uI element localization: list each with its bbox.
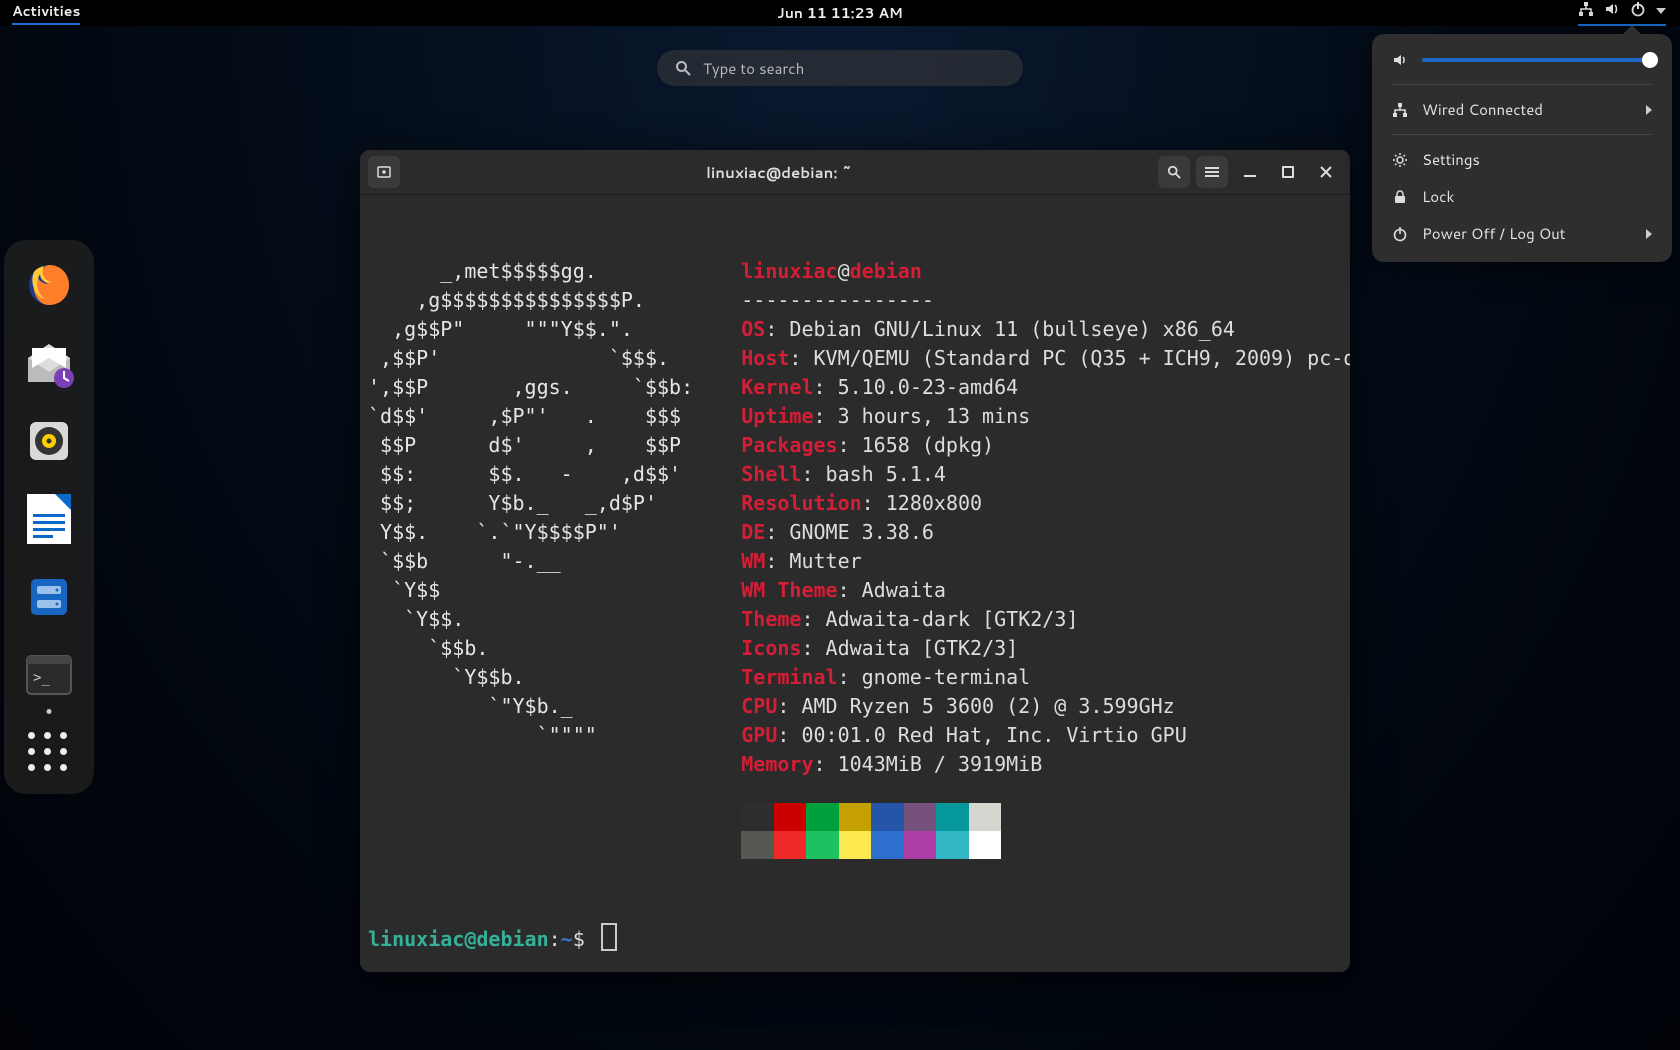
dock-writer[interactable] — [22, 492, 76, 546]
activities-button[interactable]: Activities — [12, 1, 80, 25]
wired-connection-row[interactable]: Wired Connected — [1372, 91, 1672, 128]
neofetch-info: linuxiac@debian ---------------- OS: Deb… — [741, 257, 1350, 859]
shell-prompt[interactable]: linuxiac@debian:~$ — [368, 923, 1342, 954]
system-menu-popover: Wired Connected Settings Lock Power Off … — [1372, 34, 1672, 262]
power-label: Power Off / Log Out — [1422, 223, 1565, 244]
power-off-row[interactable]: Power Off / Log Out — [1372, 215, 1672, 252]
lock-icon — [1392, 189, 1408, 205]
network-icon[interactable] — [1578, 1, 1594, 22]
top-bar: Activities Jun 11 11:23 AM — [0, 0, 1680, 26]
dock-files[interactable] — [22, 570, 76, 624]
wired-label: Wired Connected — [1422, 99, 1543, 120]
dock-show-apps[interactable] — [22, 726, 76, 780]
terminal-window: linuxiac@debian: ~ _,met$$$$$gg. ,g$$$$$… — [360, 150, 1350, 972]
dock-mail[interactable] — [22, 336, 76, 390]
search-placeholder: Type to search — [703, 58, 804, 79]
settings-label: Settings — [1422, 149, 1480, 170]
dash-dock: >_ — [4, 240, 94, 794]
power-icon[interactable] — [1630, 1, 1646, 22]
neofetch-ascii-logo: _,met$$$$$gg. ,g$$$$$$$$$$$$$$$P. ,g$$P"… — [368, 257, 729, 750]
gear-icon — [1392, 152, 1408, 168]
apps-grid-icon — [27, 732, 71, 774]
chevron-right-icon — [1646, 105, 1652, 115]
search-icon — [675, 60, 691, 76]
close-button[interactable] — [1310, 156, 1342, 188]
dock-music[interactable] — [22, 414, 76, 468]
chevron-down-icon[interactable] — [1656, 8, 1666, 14]
hamburger-menu-button[interactable] — [1196, 156, 1228, 188]
minimize-button[interactable] — [1234, 156, 1266, 188]
new-tab-button[interactable] — [368, 156, 400, 188]
volume-icon — [1392, 52, 1408, 68]
settings-row[interactable]: Settings — [1372, 141, 1672, 178]
volume-slider[interactable] — [1422, 58, 1652, 62]
lock-row[interactable]: Lock — [1372, 178, 1672, 215]
power-icon — [1392, 226, 1408, 242]
terminal-search-button[interactable] — [1158, 156, 1190, 188]
terminal-titlebar[interactable]: linuxiac@debian: ~ — [360, 150, 1350, 195]
system-tray[interactable] — [1578, 1, 1666, 26]
terminal-viewport[interactable]: _,met$$$$$gg. ,g$$$$$$$$$$$$$$$P. ,g$$P"… — [360, 195, 1350, 972]
overview-search[interactable]: Type to search — [657, 50, 1023, 86]
neofetch-color-palette — [741, 803, 1350, 859]
separator — [1392, 84, 1652, 85]
maximize-button[interactable] — [1272, 156, 1304, 188]
chevron-right-icon — [1646, 229, 1652, 239]
clock[interactable]: Jun 11 11:23 AM — [777, 3, 903, 23]
network-icon — [1392, 102, 1408, 118]
window-title: linuxiac@debian: ~ — [406, 162, 1152, 183]
volume-row[interactable] — [1372, 48, 1672, 78]
volume-icon[interactable] — [1604, 1, 1620, 22]
dock-terminal[interactable]: >_ — [22, 648, 76, 702]
terminal-cursor — [601, 923, 617, 951]
lock-label: Lock — [1422, 186, 1454, 207]
svg-text:>_: >_ — [33, 670, 50, 686]
separator — [1392, 134, 1652, 135]
dock-firefox[interactable] — [22, 258, 76, 312]
